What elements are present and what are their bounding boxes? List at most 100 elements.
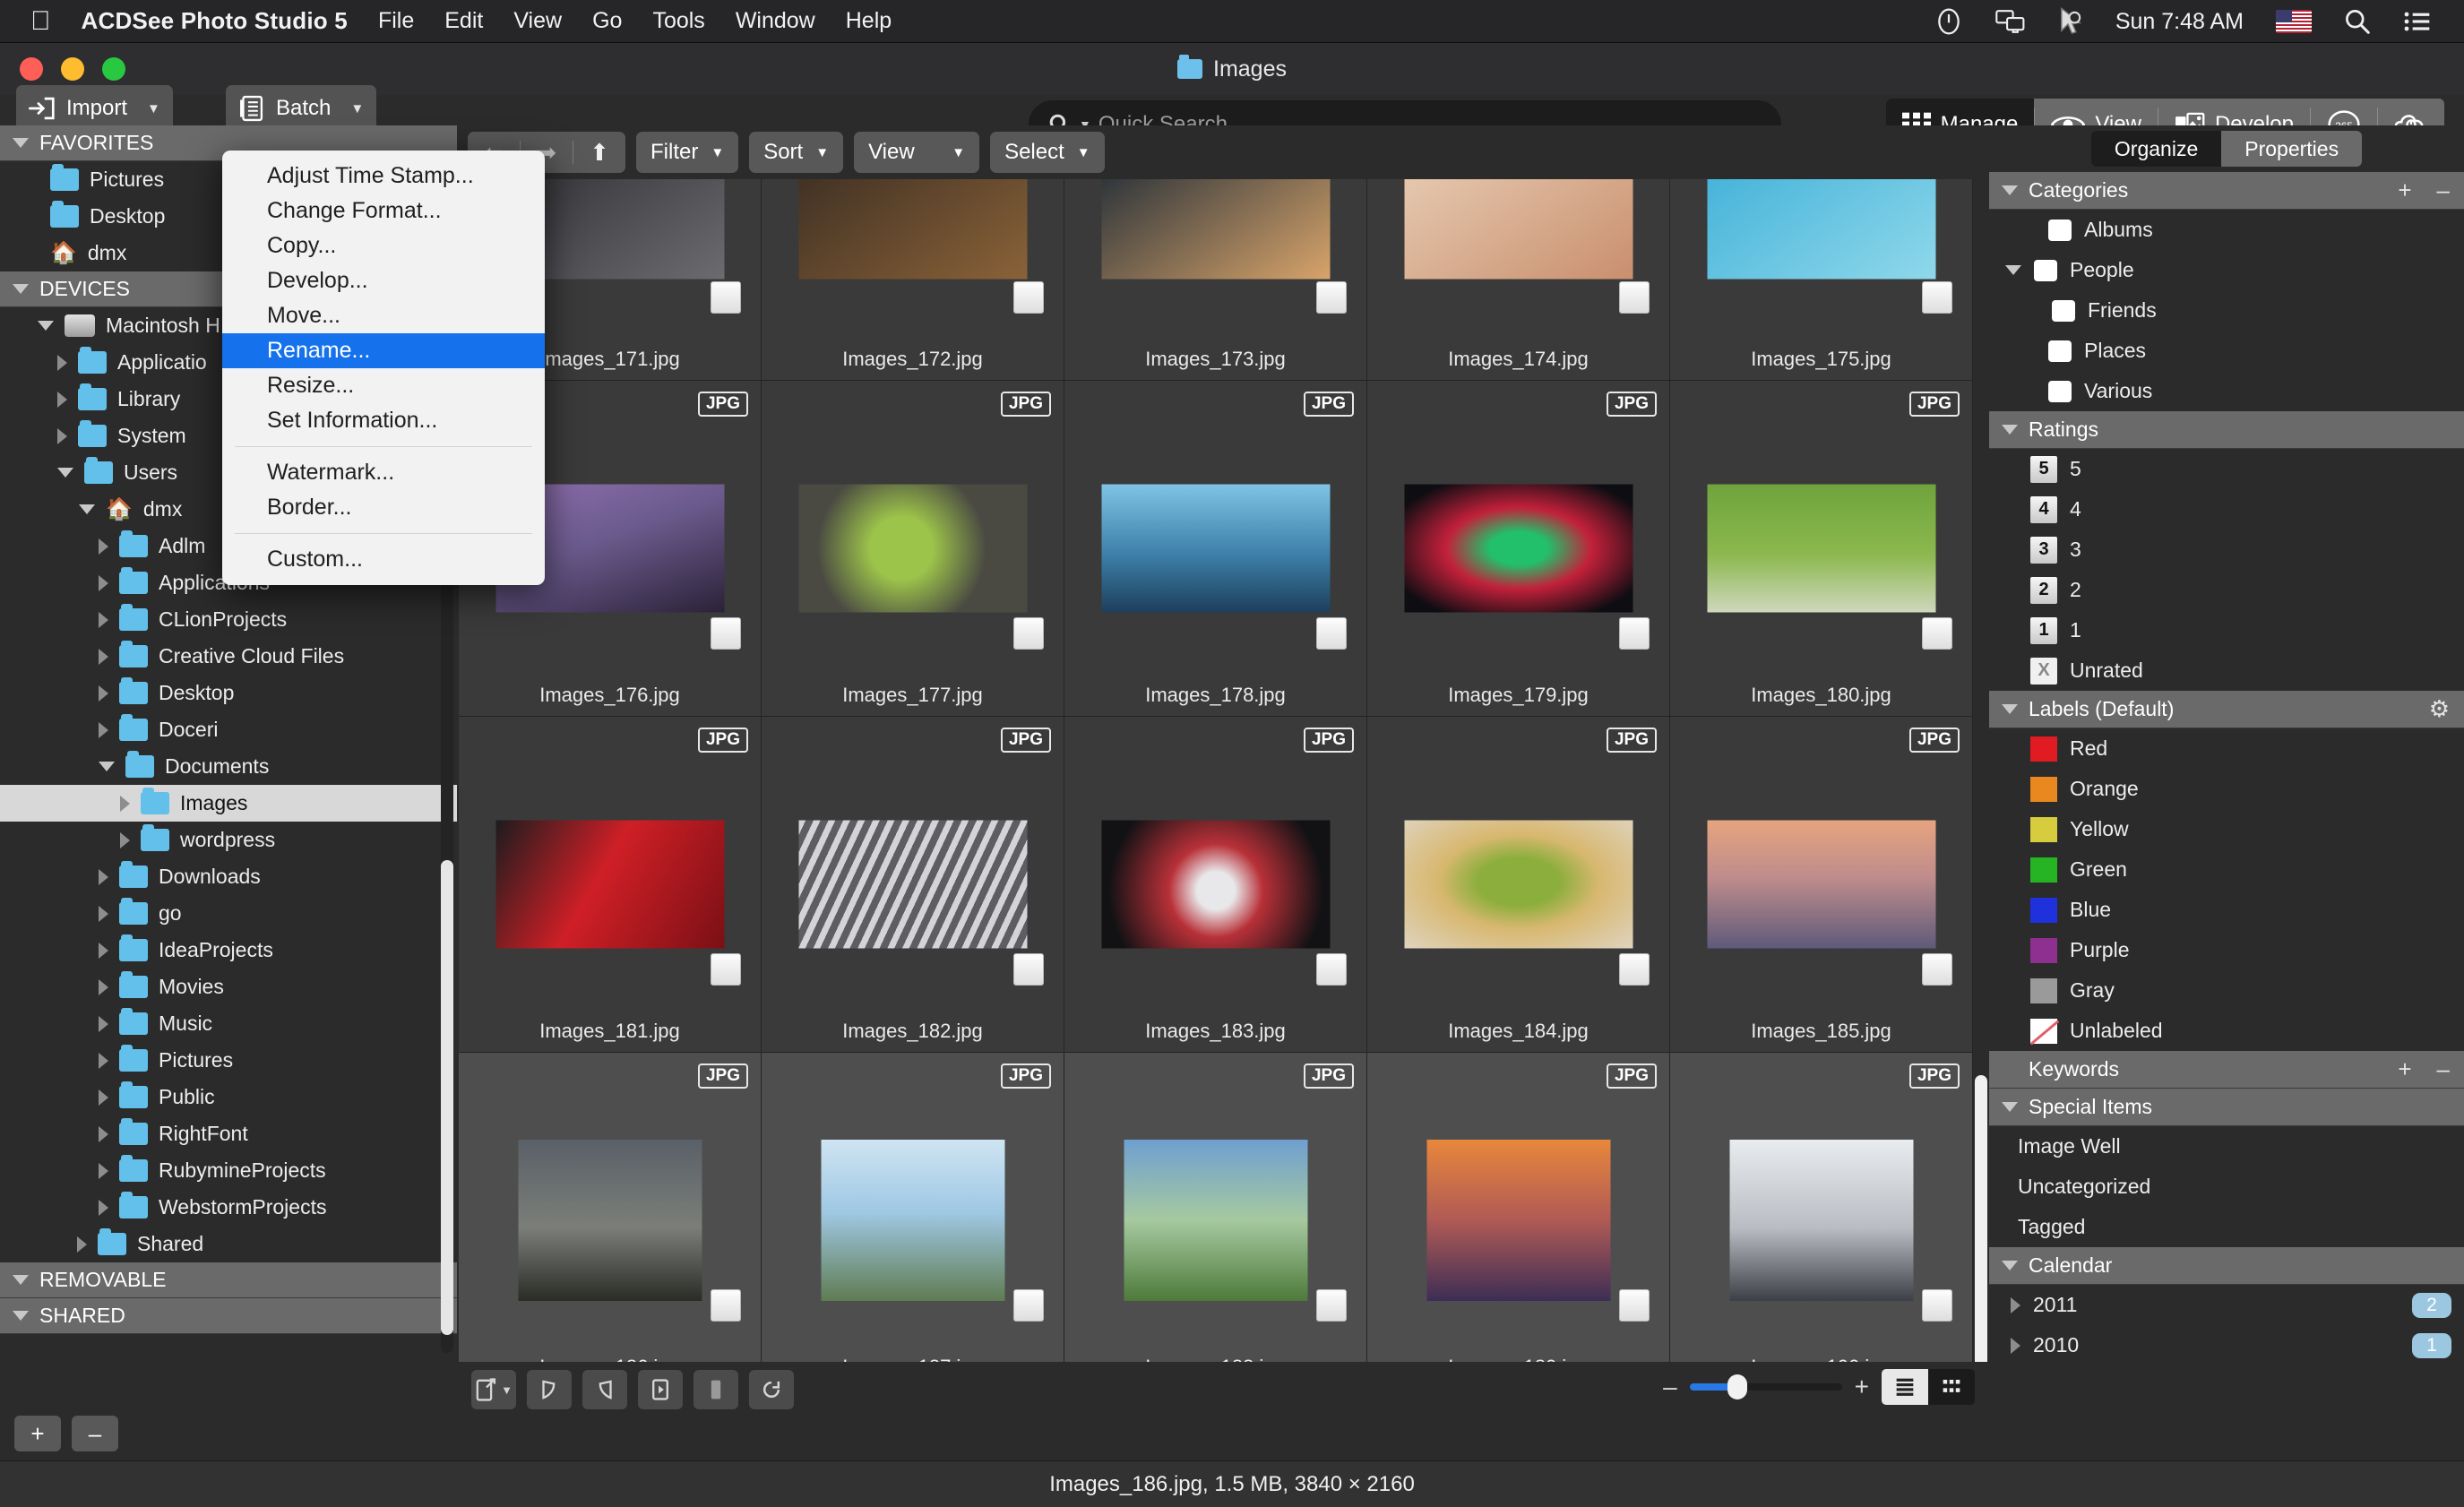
thumbnail-image[interactable]: [1101, 820, 1330, 949]
menu-go[interactable]: Go: [592, 8, 622, 34]
sidebar-item-webstormprojects[interactable]: WebstormProjects: [0, 1189, 457, 1226]
thumbnail-cell[interactable]: JPG Images_185.jpg: [1670, 717, 1973, 1053]
sidebar-item-pictures-user[interactable]: Pictures: [0, 1042, 457, 1079]
label-item-gray[interactable]: Gray: [1989, 970, 2464, 1011]
export-icon[interactable]: ▼: [471, 1370, 516, 1409]
thumbnail-cell[interactable]: JPG Images_187.jpg: [762, 1053, 1064, 1389]
category-checkbox[interactable]: [2034, 259, 2057, 281]
menu-item-resize[interactable]: Resize...: [222, 368, 545, 403]
menu-file[interactable]: File: [378, 8, 414, 34]
thumbnail-image[interactable]: [1707, 179, 1935, 280]
app-name-menu[interactable]: ACDSee Photo Studio 5: [82, 7, 348, 35]
sidebar-item-desktop-user[interactable]: Desktop: [0, 675, 457, 711]
thumbnail-cell[interactable]: JPG Images_186.jpg: [459, 1053, 762, 1389]
zoom-in-button[interactable]: +: [1855, 1373, 1869, 1401]
thumbnail-checkbox[interactable]: [1922, 281, 1952, 314]
thumbnail-checkbox[interactable]: [711, 617, 741, 650]
menu-item-change-format[interactable]: Change Format...: [222, 194, 545, 228]
category-checkbox[interactable]: [2052, 299, 2075, 322]
grid-scrollbar[interactable]: [1975, 179, 1987, 1407]
tab-properties[interactable]: Properties: [2221, 131, 2363, 167]
zoom-out-button[interactable]: –: [1663, 1373, 1677, 1401]
rating-item-1[interactable]: 1 1: [1989, 610, 2464, 650]
thumbnail-checkbox[interactable]: [711, 1289, 741, 1322]
sidebar-item-doceri[interactable]: Doceri: [0, 711, 457, 748]
menu-item-copy[interactable]: Copy...: [222, 228, 545, 263]
thumbnail-cell[interactable]: JPG Images_183.jpg: [1064, 717, 1367, 1053]
sidebar-item-creative-cloud-files[interactable]: Creative Cloud Files: [0, 638, 457, 675]
chevron-right-icon[interactable]: [57, 354, 67, 371]
category-checkbox[interactable]: [2048, 340, 2072, 362]
sidebar-item-shared[interactable]: Shared: [0, 1226, 457, 1262]
grid-view-icon[interactable]: [1928, 1369, 1975, 1405]
sidebar-group-removable[interactable]: REMOVABLE: [0, 1262, 457, 1298]
thumbnail-checkbox[interactable]: [1013, 281, 1044, 314]
thumbnail-image[interactable]: [1707, 484, 1935, 613]
sidebar-item-wordpress[interactable]: wordpress: [0, 822, 457, 858]
select-dropdown[interactable]: Select ▼: [990, 132, 1105, 173]
thumbnail-cell[interactable]: JPG Images_177.jpg: [762, 381, 1064, 717]
sidebar-item-music[interactable]: Music: [0, 1005, 457, 1042]
gear-icon[interactable]: ⚙: [2429, 695, 2450, 723]
rotate-right-icon[interactable]: [582, 1370, 627, 1409]
thumbnail-image[interactable]: [518, 1140, 702, 1301]
remove-favorite-button[interactable]: –: [72, 1416, 118, 1451]
tab-organize[interactable]: Organize: [2090, 131, 2222, 167]
menu-item-watermark[interactable]: Watermark...: [222, 455, 545, 490]
scrollbar-thumb[interactable]: [1975, 1075, 1987, 1371]
thumbnail-image[interactable]: [798, 484, 1027, 613]
menu-help[interactable]: Help: [846, 8, 892, 34]
chevron-right-icon[interactable]: [99, 721, 108, 738]
chevron-right-icon[interactable]: [99, 905, 108, 922]
add-favorite-button[interactable]: +: [14, 1416, 61, 1451]
chevron-right-icon[interactable]: [99, 978, 108, 995]
screens-icon[interactable]: [1995, 8, 2026, 35]
sidebar-item-movies[interactable]: Movies: [0, 969, 457, 1005]
menu-item-set-information[interactable]: Set Information...: [222, 403, 545, 438]
sidebar-item-go[interactable]: go: [0, 895, 457, 932]
add-category-button[interactable]: +: [2398, 177, 2411, 204]
filter-dropdown[interactable]: Filter ▼: [636, 132, 739, 173]
sidebar-item-public[interactable]: Public: [0, 1079, 457, 1115]
thumbnail-image[interactable]: [1426, 1140, 1610, 1301]
list-view-icon[interactable]: [1882, 1369, 1928, 1405]
chevron-right-icon[interactable]: [99, 611, 108, 628]
chevron-right-icon[interactable]: [99, 685, 108, 702]
thumbnail-image[interactable]: [1404, 179, 1633, 280]
apple-logo-icon[interactable]: : [30, 8, 51, 35]
thumbnail-image[interactable]: [821, 1140, 1004, 1301]
thumbnail-checkbox[interactable]: [1316, 281, 1347, 314]
chevron-right-icon[interactable]: [99, 538, 108, 555]
thumbnail-cell[interactable]: JPG Images_179.jpg: [1367, 381, 1670, 717]
chevron-right-icon[interactable]: [2011, 1296, 2020, 1313]
section-labels[interactable]: Labels (Default) ⚙: [1989, 691, 2464, 728]
refresh-icon[interactable]: [749, 1370, 794, 1409]
thumbnail-checkbox[interactable]: [1619, 1289, 1650, 1322]
batch-dropdown-menu[interactable]: Adjust Time Stamp... Change Format... Co…: [222, 151, 545, 585]
chevron-down-icon[interactable]: [38, 321, 54, 331]
chevron-right-icon[interactable]: [99, 868, 108, 885]
thumbnail-grid[interactable]: Images_171.jpg Images_172.jpg Images_173…: [459, 179, 1973, 1407]
rating-item-4[interactable]: 4 4: [1989, 489, 2464, 530]
menu-item-adjust-time-stamp[interactable]: Adjust Time Stamp...: [222, 159, 545, 194]
special-item-uncategorized[interactable]: Uncategorized: [1989, 1167, 2464, 1207]
view-dropdown[interactable]: View ▼: [854, 132, 980, 173]
thumbnail-image[interactable]: [1124, 1140, 1307, 1301]
thumbnail-cell[interactable]: JPG Images_181.jpg: [459, 717, 762, 1053]
category-item-places[interactable]: Places: [1989, 331, 2464, 371]
calendar-item-2011[interactable]: 2011 2: [1989, 1285, 2464, 1325]
chevron-down-icon[interactable]: [99, 762, 115, 771]
up-arrow-icon[interactable]: ⬆: [573, 132, 625, 173]
thumbnail-checkbox[interactable]: [711, 953, 741, 986]
thumbnail-cell[interactable]: JPG Images_182.jpg: [762, 717, 1064, 1053]
label-item-orange[interactable]: Orange: [1989, 769, 2464, 809]
thumbnail-image[interactable]: [798, 820, 1027, 949]
menu-bar-clock[interactable]: Sun 7:48 AM: [2115, 9, 2244, 35]
thumbnail-image[interactable]: [1101, 484, 1330, 613]
menu-window[interactable]: Window: [736, 8, 815, 34]
category-item-albums[interactable]: Albums: [1989, 210, 2464, 250]
close-window-button[interactable]: [20, 57, 43, 81]
menu-tools[interactable]: Tools: [652, 8, 704, 34]
sidebar-group-shared[interactable]: SHARED: [0, 1298, 457, 1334]
chevron-right-icon[interactable]: [99, 1199, 108, 1216]
